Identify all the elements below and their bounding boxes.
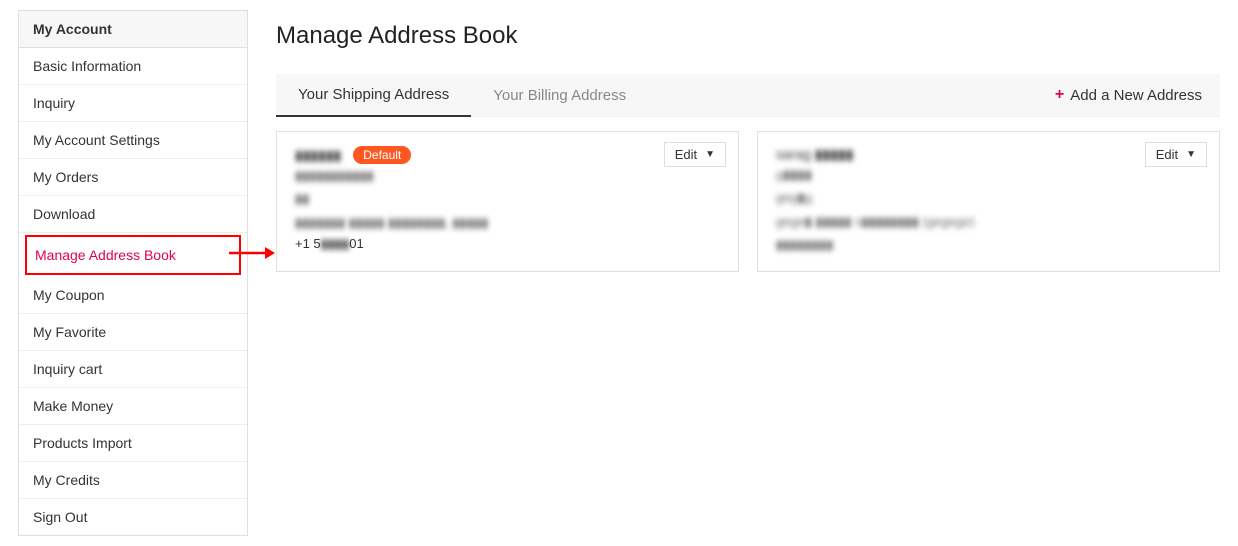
address-cards: Edit ▼ ▮▮▮▮▮▮ Default ▮▮▮▮▮▮▮▮▮▮▮ ▮▮ ▮▮▮…: [276, 131, 1220, 272]
address-line: ▮▮▮▮▮▮▮▮▮▮▮: [295, 164, 720, 187]
sidebar-item-products-import[interactable]: Products Import: [19, 425, 247, 462]
sidebar-header: My Account: [19, 11, 247, 48]
sidebar: My Account Basic Information Inquiry My …: [18, 10, 248, 536]
main-content: Manage Address Book Your Shipping Addres…: [276, 10, 1220, 536]
plus-icon: +: [1055, 86, 1064, 104]
address-line: geg▮g: [776, 186, 1201, 209]
caret-down-icon: ▼: [1186, 149, 1196, 160]
add-new-address-button[interactable]: + Add a New Address: [1037, 74, 1220, 116]
address-line: g▮▮▮▮: [776, 163, 1201, 186]
sidebar-item-sign-out[interactable]: Sign Out: [19, 499, 247, 535]
edit-button-label: Edit: [675, 147, 697, 162]
address-card: Edit ▼ ▮▮▮▮▮▮ Default ▮▮▮▮▮▮▮▮▮▮▮ ▮▮ ▮▮▮…: [276, 131, 739, 272]
sidebar-item-basic-information[interactable]: Basic Information: [19, 48, 247, 85]
sidebar-item-download[interactable]: Download: [19, 196, 247, 233]
default-badge: Default: [353, 146, 411, 164]
address-phone: +1 5▮▮▮▮01: [295, 236, 720, 252]
page-title: Manage Address Book: [276, 22, 1220, 50]
sidebar-item-make-money[interactable]: Make Money: [19, 388, 247, 425]
caret-down-icon: ▼: [705, 149, 715, 160]
address-card: Edit ▼ sarag ▮▮▮▮▮ g▮▮▮▮ geg▮g gege▮ ▮▮▮…: [757, 131, 1220, 272]
tab-billing-address[interactable]: Your Billing Address: [471, 75, 648, 116]
address-line: ▮▮▮▮▮▮▮▮: [776, 233, 1201, 256]
edit-button-label: Edit: [1156, 147, 1178, 162]
tab-shipping-address[interactable]: Your Shipping Address: [276, 74, 471, 117]
sidebar-item-my-coupon[interactable]: My Coupon: [19, 277, 247, 314]
add-new-address-label: Add a New Address: [1070, 87, 1202, 104]
sidebar-item-my-favorite[interactable]: My Favorite: [19, 314, 247, 351]
address-line: ▮▮: [295, 187, 720, 210]
address-name: ▮▮▮▮▮▮: [295, 147, 341, 164]
sidebar-item-my-credits[interactable]: My Credits: [19, 462, 247, 499]
sidebar-item-inquiry-cart[interactable]: Inquiry cart: [19, 351, 247, 388]
address-line: ▮▮▮▮▮▮▮ ▮▮▮▮▮ ▮▮▮▮▮▮▮▮, ▮▮▮▮▮: [295, 211, 720, 234]
sidebar-item-inquiry[interactable]: Inquiry: [19, 85, 247, 122]
sidebar-item-manage-address-book[interactable]: Manage Address Book: [25, 235, 241, 275]
tabs-bar: Your Shipping Address Your Billing Addre…: [276, 74, 1220, 117]
sidebar-item-account-settings[interactable]: My Account Settings: [19, 122, 247, 159]
address-name: sarag ▮▮▮▮▮: [776, 146, 853, 163]
sidebar-item-my-orders[interactable]: My Orders: [19, 159, 247, 196]
address-line: gege▮ ▮▮▮▮▮ s▮▮▮▮▮▮▮▮ (gegege): [776, 210, 1201, 233]
